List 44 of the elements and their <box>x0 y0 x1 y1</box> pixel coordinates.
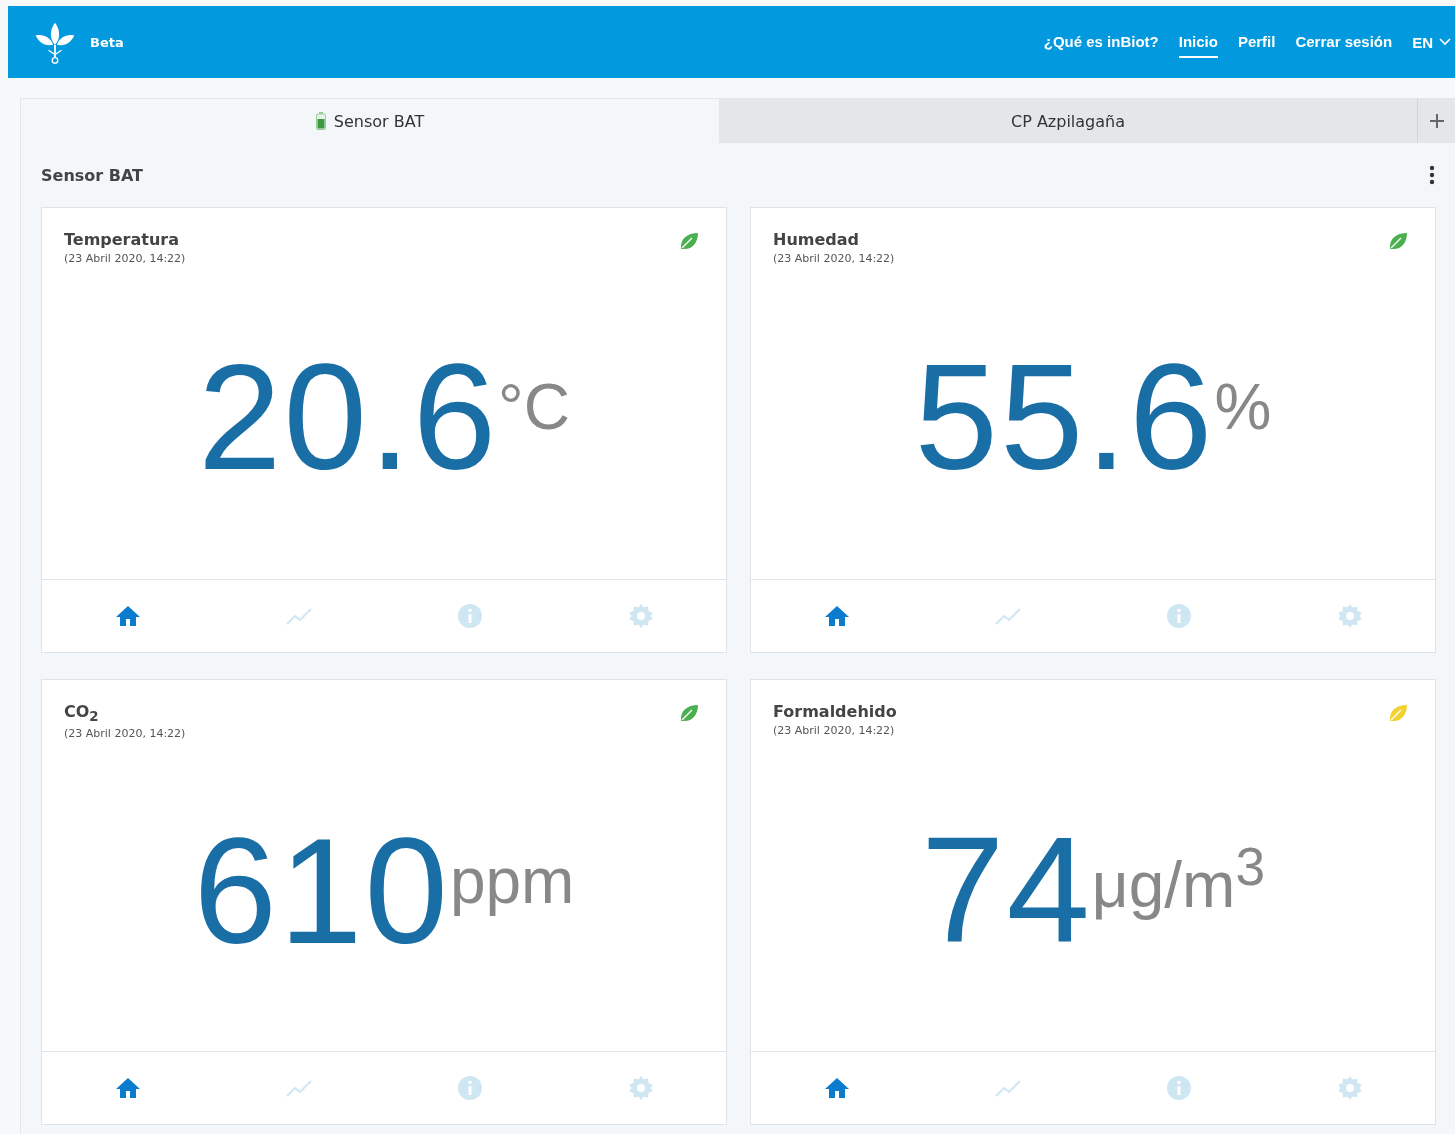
settings-icon <box>628 1076 653 1100</box>
nav-link[interactable]: Perfil <box>1237 26 1276 58</box>
measurement-title: Temperatura <box>64 230 181 249</box>
line-chart-icon <box>285 1079 312 1097</box>
measurement-unit: μg/m$^{3}$ <box>1091 835 1266 923</box>
measurement-unit: ppm <box>449 843 575 918</box>
nav-link[interactable]: ¿Qué es inBiot? <box>1043 26 1159 58</box>
vertical-dots-icon <box>1429 165 1435 185</box>
nav-link[interactable]: Inicio <box>1178 26 1218 58</box>
sensor-title: Sensor BAT <box>41 165 143 185</box>
timestamp: (23 Abril 2020, 14:22) <box>64 727 186 741</box>
info-icon <box>1166 1076 1191 1100</box>
measurement-value: 55.6 <box>914 342 1215 492</box>
measurement-title: Formaldehido <box>773 702 897 721</box>
measurement-unit: % <box>1214 370 1272 444</box>
add-tab-button[interactable] <box>1417 99 1455 143</box>
info-icon <box>457 1076 482 1100</box>
line-chart-icon <box>994 607 1021 625</box>
home-icon <box>114 605 141 627</box>
beta-label: Beta <box>90 34 124 50</box>
line-chart-icon <box>994 1079 1021 1097</box>
timestamp: (23 Abril 2020, 14:22) <box>64 252 186 265</box>
nav-link[interactable]: Cerrar sesión <box>1295 26 1393 58</box>
measurement-value: 20.6 <box>198 342 499 492</box>
timestamp: (23 Abril 2020, 14:22) <box>773 252 895 265</box>
sensor-tab[interactable]: CP Azpilagaña <box>719 99 1417 143</box>
info-icon <box>457 604 482 628</box>
measurement-value: 610 <box>193 815 450 966</box>
settings-icon <box>628 604 653 628</box>
line-chart-icon <box>285 607 312 625</box>
measurement-title: CO$_{2}$ <box>64 702 100 725</box>
home-icon <box>823 605 850 627</box>
language-dropdown[interactable]: EN <box>1412 27 1455 57</box>
settings-icon <box>1337 1076 1362 1100</box>
settings-icon <box>1337 604 1362 628</box>
home-icon <box>114 1077 141 1099</box>
measurement-title: Humedad <box>773 230 860 249</box>
info-icon <box>1166 604 1191 628</box>
measurement-value: 74 <box>920 814 1092 964</box>
home-icon <box>823 1077 850 1099</box>
timestamp: (23 Abril 2020, 14:22) <box>773 724 896 737</box>
chevron-down-icon <box>1439 38 1451 46</box>
measurement-unit: °C <box>498 370 570 444</box>
plus-icon <box>1429 114 1444 128</box>
